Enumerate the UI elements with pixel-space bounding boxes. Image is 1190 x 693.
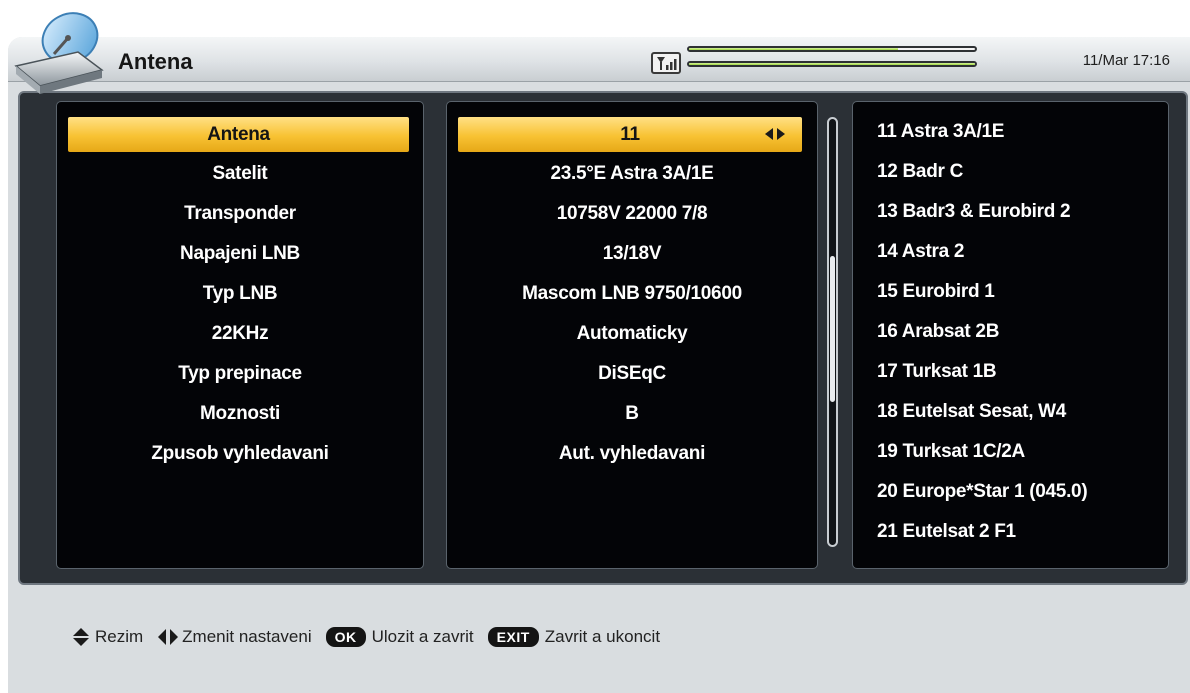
satellite-list-item[interactable]: 21 Eutelsat 2 F1 (877, 514, 1016, 550)
ok-key-badge: OK (325, 627, 366, 647)
satellite-list-item[interactable]: 15 Eurobird 1 (877, 274, 995, 310)
setting-value-lnb-type[interactable]: Mascom LNB 9750/10600 (447, 276, 817, 312)
setting-value-search-mode[interactable]: Aut. vyhledavani (447, 436, 817, 472)
setting-label-lnb-type[interactable]: Typ LNB (57, 276, 423, 312)
help-exit-text: Zavrit a ukoncit (544, 627, 661, 646)
settings-value-panel: 11 23.5°E Astra 3A/1E 10758V 22000 7/8 1… (446, 101, 818, 569)
setting-value-lnb-power[interactable]: 13/18V (447, 236, 817, 272)
satellite-list-item[interactable]: 19 Turksat 1C/2A (877, 434, 1025, 470)
clock: 11/Mar 17:16 (1082, 52, 1170, 69)
setting-value-22khz[interactable]: Automaticky (447, 316, 817, 352)
selected-value-highlight[interactable]: 11 (458, 117, 802, 152)
signal-quality-fill (689, 63, 975, 65)
satellite-list-item[interactable]: 11 Astra 3A/1E (877, 114, 1004, 150)
setting-label-satelit[interactable]: Satelit (57, 156, 423, 192)
satellite-list-panel: 11 Astra 3A/1E 12 Badr C 13 Badr3 & Euro… (852, 101, 1169, 569)
signal-antenna-icon (651, 52, 681, 74)
satellite-list-item[interactable]: 20 Europe*Star 1 (045.0) (877, 474, 1088, 510)
selected-row-highlight[interactable]: Antena (68, 117, 409, 152)
signal-quality-bar (687, 61, 977, 67)
setting-value-options[interactable]: B (447, 396, 817, 432)
setting-label-options[interactable]: Moznosti (57, 396, 423, 432)
settings-label-panel: Antena Satelit Transponder Napajeni LNB … (56, 101, 424, 569)
setting-label-search-mode[interactable]: Zpusob vyhledavani (57, 436, 423, 472)
satellite-list-item[interactable]: 16 Arabsat 2B (877, 314, 999, 350)
help-leftright-text: Zmenit nastaveni (182, 627, 312, 646)
setting-value-switch-type[interactable]: DiSEqC (447, 356, 817, 392)
left-right-arrows-icon[interactable] (764, 127, 786, 141)
setting-label-antena: Antena (207, 124, 270, 145)
up-down-arrows-icon (73, 628, 89, 646)
help-updown-text: Rezim (95, 627, 144, 646)
setting-value-antena: 11 (620, 124, 640, 145)
setting-label-switch-type[interactable]: Typ prepinace (57, 356, 423, 392)
setting-label-22khz[interactable]: 22KHz (57, 316, 423, 352)
list-scrollbar[interactable] (827, 117, 838, 547)
left-right-arrows-icon (158, 629, 179, 645)
help-ok-text: Ulozit a zavrit (371, 627, 474, 646)
page-title: Antena (118, 49, 193, 74)
satellite-list-item[interactable]: 18 Eutelsat Sesat, W4 (877, 394, 1066, 430)
scrollbar-thumb[interactable] (830, 256, 835, 402)
exit-key-badge: EXIT (487, 627, 539, 647)
satellite-list-item[interactable]: 17 Turksat 1B (877, 354, 997, 390)
setting-label-lnb-power[interactable]: Napajeni LNB (57, 236, 423, 272)
satellite-dish-icon (14, 12, 104, 94)
setting-label-transponder[interactable]: Transponder (57, 196, 423, 232)
signal-strength-bar (687, 46, 977, 52)
setting-value-satelit[interactable]: 23.5°E Astra 3A/1E (447, 156, 817, 192)
signal-strength-fill (689, 48, 898, 50)
satellite-list-item[interactable]: 12 Badr C (877, 154, 963, 190)
help-bar: Rezim Zmenit nastaveni OK Ulozit a zavri… (70, 623, 674, 651)
satellite-list-item[interactable]: 13 Badr3 & Eurobird 2 (877, 194, 1071, 230)
satellite-list-item[interactable]: 14 Astra 2 (877, 234, 964, 270)
setting-value-transponder[interactable]: 10758V 22000 7/8 (447, 196, 817, 232)
title-bar: Antena 11/Mar 17:16 (8, 37, 1190, 82)
